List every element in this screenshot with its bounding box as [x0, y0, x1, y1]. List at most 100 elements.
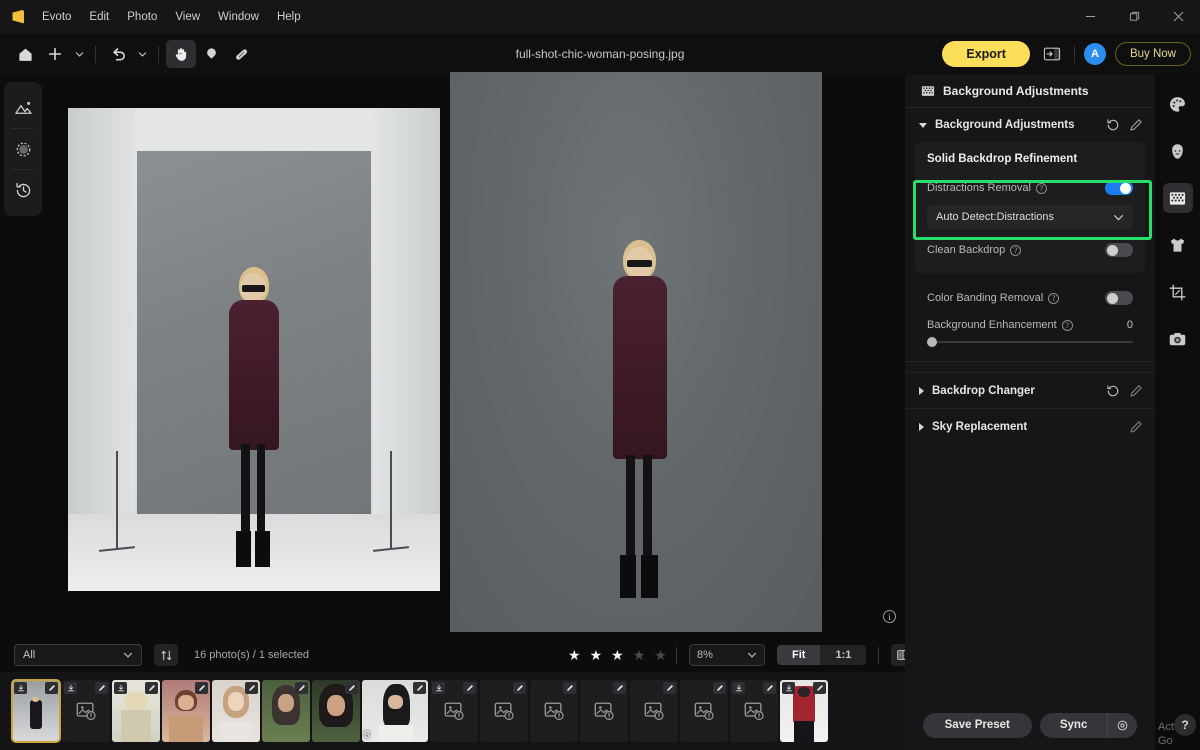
star-5[interactable]: ★ — [654, 647, 667, 664]
list-item[interactable] — [312, 680, 360, 742]
reset-icon[interactable] — [1106, 384, 1120, 398]
distractions-mode-select[interactable]: Auto Detect:Distractions — [927, 205, 1133, 229]
list-item[interactable] — [11, 679, 61, 743]
background-icon[interactable] — [1162, 183, 1193, 213]
list-item[interactable] — [480, 680, 528, 742]
after-image[interactable] — [450, 72, 822, 632]
list-item[interactable] — [430, 680, 478, 742]
sync-button[interactable]: Sync — [1040, 713, 1108, 738]
buy-now-button[interactable]: Buy Now — [1114, 42, 1191, 66]
help-icon[interactable]: ? — [1174, 714, 1196, 736]
image-tools-icon[interactable] — [8, 93, 38, 123]
list-item[interactable] — [162, 680, 210, 742]
edit-pencil-icon[interactable] — [45, 682, 58, 694]
menu-item-view[interactable]: View — [166, 8, 209, 26]
edit-pencil-icon[interactable] — [413, 682, 426, 694]
image-canvas[interactable]: i — [46, 72, 906, 638]
edit-pencil-icon[interactable] — [1129, 384, 1143, 398]
download-icon[interactable] — [782, 682, 795, 694]
minimize-button[interactable] — [1068, 0, 1112, 33]
edit-pencil-icon[interactable] — [563, 682, 576, 694]
distractions-removal-toggle[interactable] — [1105, 181, 1133, 195]
download-icon[interactable] — [114, 682, 127, 694]
edit-pencil-icon[interactable] — [1129, 118, 1143, 132]
sort-icon[interactable] — [154, 644, 178, 666]
toggle-panel-icon[interactable] — [1039, 42, 1065, 66]
help-icon[interactable]: ? — [1061, 319, 1073, 331]
edit-pencil-icon[interactable] — [95, 682, 108, 694]
fit-button[interactable]: Fit — [777, 645, 821, 665]
menu-item-photo[interactable]: Photo — [118, 8, 166, 26]
help-icon[interactable]: ? — [1035, 182, 1047, 194]
slider-handle[interactable] — [927, 337, 937, 347]
download-icon[interactable] — [64, 682, 77, 694]
undo-menu-chevron-down-icon[interactable] — [133, 40, 151, 68]
edit-pencil-icon[interactable] — [145, 682, 158, 694]
download-icon[interactable] — [732, 682, 745, 694]
list-item[interactable] — [530, 680, 578, 742]
rating-stars[interactable]: ★ ★ ★ ★ ★ — [568, 647, 667, 664]
list-item[interactable] — [630, 680, 678, 742]
edit-pencil-icon[interactable] — [663, 682, 676, 694]
menu-item-help[interactable]: Help — [268, 8, 310, 26]
star-3[interactable]: ★ — [611, 647, 624, 664]
list-item[interactable] — [780, 680, 828, 742]
palette-icon[interactable] — [1163, 89, 1193, 119]
background-enhancement-slider[interactable]: Background Enhancement ? 0 — [905, 313, 1155, 347]
filmstrip[interactable]: 8 — [0, 672, 908, 750]
edit-pencil-icon[interactable] — [813, 682, 826, 694]
download-icon[interactable] — [432, 682, 445, 694]
hand-tool-icon[interactable] — [166, 40, 196, 68]
list-item[interactable] — [62, 680, 110, 742]
list-item[interactable] — [730, 680, 778, 742]
filter-select[interactable]: All — [14, 644, 142, 666]
maximize-button[interactable] — [1112, 0, 1156, 33]
edit-pencil-icon[interactable] — [463, 682, 476, 694]
edit-pencil-icon[interactable] — [245, 682, 258, 694]
crop-icon[interactable] — [1163, 277, 1193, 307]
clean-backdrop-toggle[interactable] — [1105, 243, 1133, 257]
close-button[interactable] — [1156, 0, 1200, 33]
edit-pencil-icon[interactable] — [195, 682, 208, 694]
edit-pencil-icon[interactable] — [513, 682, 526, 694]
export-button[interactable]: Export — [942, 41, 1030, 67]
list-item[interactable] — [580, 680, 628, 742]
edit-pencil-icon[interactable] — [613, 682, 626, 694]
zoom-select[interactable]: 8% — [689, 644, 765, 666]
menu-item-window[interactable]: Window — [209, 8, 268, 26]
face-icon[interactable] — [1163, 136, 1193, 166]
list-item[interactable] — [262, 680, 310, 742]
save-preset-button[interactable]: Save Preset — [922, 712, 1032, 738]
gear-icon[interactable] — [1107, 712, 1137, 738]
help-icon[interactable]: ? — [1048, 292, 1060, 304]
slider-track[interactable] — [927, 337, 1133, 347]
edit-pencil-icon[interactable] — [345, 682, 358, 694]
star-1[interactable]: ★ — [568, 647, 581, 664]
bandage-heal-icon[interactable] — [226, 40, 256, 68]
menu-item-evoto[interactable]: Evoto — [33, 8, 80, 26]
camera-icon[interactable] — [1163, 324, 1193, 354]
edit-pencil-icon[interactable] — [295, 682, 308, 694]
star-4[interactable]: ★ — [633, 647, 646, 664]
menu-item-edit[interactable]: Edit — [80, 8, 118, 26]
list-item[interactable] — [212, 680, 260, 742]
undo-icon[interactable] — [103, 40, 133, 68]
add-menu-chevron-down-icon[interactable] — [70, 40, 88, 68]
list-item[interactable] — [112, 680, 160, 742]
section-backdrop-changer[interactable]: Backdrop Changer — [905, 372, 1155, 408]
list-item[interactable] — [680, 680, 728, 742]
clothing-icon[interactable] — [1163, 230, 1193, 260]
group-header-background-adjustments[interactable]: Background Adjustments — [905, 108, 1155, 142]
edit-pencil-icon[interactable] — [763, 682, 776, 694]
edit-pencil-icon[interactable] — [713, 682, 726, 694]
home-icon[interactable] — [10, 40, 40, 68]
before-image[interactable] — [68, 108, 440, 591]
mask-icon[interactable] — [8, 134, 38, 164]
download-icon[interactable] — [14, 682, 27, 694]
section-sky-replacement[interactable]: Sky Replacement — [905, 408, 1155, 444]
list-item[interactable]: 8 — [362, 680, 428, 742]
avatar[interactable]: A — [1083, 43, 1106, 65]
retouch-brush-icon[interactable] — [196, 40, 226, 68]
history-icon[interactable] — [8, 175, 38, 205]
edit-pencil-icon[interactable] — [1129, 420, 1143, 434]
